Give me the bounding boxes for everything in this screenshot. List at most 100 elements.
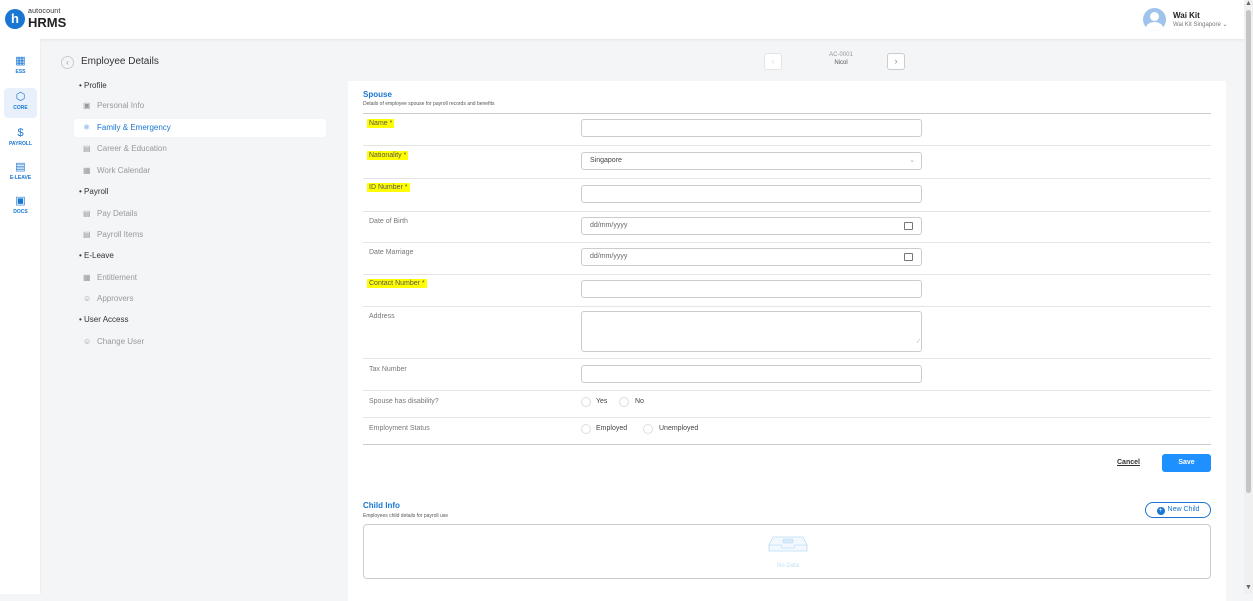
divider <box>363 242 1211 243</box>
scroll-down-icon[interactable]: ▼ <box>1245 584 1252 591</box>
page-scrollbar[interactable]: ▲ ▼ <box>1244 0 1253 594</box>
child-table-empty: No Data <box>363 524 1211 579</box>
calendar-icon: ▤ <box>15 161 26 173</box>
divider <box>363 417 1211 418</box>
nav-item-family[interactable]: ⚛ Family & Emergency <box>74 119 326 137</box>
rail-label: CORE <box>13 105 28 111</box>
rail-label: E-LEAVE <box>9 175 32 181</box>
nav-item-change-user[interactable]: ☺ Change User <box>74 333 326 351</box>
tax-number-label: Tax Number <box>369 366 407 373</box>
empty-tray-icon <box>768 536 808 552</box>
disability-no-radio[interactable] <box>619 397 629 407</box>
rail-item-eleave[interactable]: ▤ E-LEAVE <box>4 158 37 188</box>
module-rail: ▦ ESS ⬡ CORE $ PAYROLL ▤ E-LEAVE ▣ DOCS <box>0 39 41 594</box>
disability-no-label[interactable]: No <box>635 398 644 405</box>
nav-item-career[interactable]: ▤ Career & Education <box>74 140 326 158</box>
nav-item-payroll-items[interactable]: ▤ Payroll Items <box>74 226 326 244</box>
employee-code: AC-0001 <box>829 52 853 58</box>
scroll-thumb[interactable] <box>1246 10 1251 493</box>
avatar[interactable] <box>1143 8 1166 31</box>
contact-number-input[interactable] <box>581 280 922 298</box>
nav-item-entitlement[interactable]: ▦ Entitlement <box>74 269 326 287</box>
divider <box>363 444 1211 445</box>
chevron-down-icon: ⌄ <box>909 157 915 164</box>
docs-icon: ▣ <box>15 195 26 207</box>
id-number-input[interactable] <box>581 185 922 203</box>
employed-label[interactable]: Employed <box>596 425 627 432</box>
child-info-title: Child Info <box>363 501 400 510</box>
users-icon: ☺ <box>83 294 92 303</box>
divider <box>363 145 1211 146</box>
top-bar: h autocount HRMS Wai Kit Wai Kit Singapo… <box>0 0 1244 39</box>
id-number-label: ID Number * <box>367 183 410 192</box>
divider <box>363 211 1211 212</box>
core-icon: ⬡ <box>15 91 26 103</box>
calendar-icon[interactable] <box>904 222 913 230</box>
unemployed-label[interactable]: Unemployed <box>659 425 698 432</box>
payroll-icon: $ <box>17 127 24 139</box>
briefcase-icon: ▤ <box>83 144 91 153</box>
rail-label: DOCS <box>13 209 28 215</box>
resize-grip-icon[interactable]: ∕ <box>918 334 919 350</box>
dob-input[interactable]: dd/mm/yyyy <box>581 217 922 235</box>
page-title: Employee Details <box>81 56 159 67</box>
new-child-button[interactable]: + New Child <box>1145 502 1211 518</box>
prev-employee-button[interactable]: ‹ <box>764 53 782 70</box>
nav-item-pay-details[interactable]: ▤ Pay Details <box>74 205 326 223</box>
marriage-date-input[interactable]: dd/mm/yyyy <box>581 248 922 266</box>
spouse-title: Spouse <box>363 90 392 99</box>
back-button[interactable]: ‹ <box>61 56 74 69</box>
calendar-icon: ▦ <box>83 166 91 175</box>
disability-yes-radio[interactable] <box>581 397 591 407</box>
divider <box>363 178 1211 179</box>
logo-icon[interactable]: h <box>5 9 25 29</box>
nav-item-approvers[interactable]: ☺ Approvers <box>74 290 326 308</box>
rail-item-docs[interactable]: ▣ DOCS <box>4 192 37 222</box>
employee-name: Nicol <box>834 60 848 66</box>
address-textarea[interactable]: ∕ <box>581 311 922 352</box>
nationality-label: Nationality * <box>367 151 409 160</box>
nav-section-eleave: • E-Leave <box>79 251 114 260</box>
name-label: Name * <box>367 119 395 128</box>
logo-text[interactable]: HRMS <box>28 15 66 30</box>
user-org-dropdown[interactable]: Wai Kit Singapore ⌄ <box>1173 21 1228 28</box>
users-icon: ☺ <box>83 337 92 346</box>
unemployed-radio[interactable] <box>643 424 653 434</box>
employment-status-label: Employment Status <box>369 425 430 432</box>
calendar-icon[interactable] <box>904 253 913 261</box>
nav-section-user-access: • User Access <box>79 315 129 324</box>
nav-item-work-calendar[interactable]: ▦ Work Calendar <box>74 162 326 180</box>
nationality-select[interactable]: Singapore ⌄ <box>581 152 922 170</box>
rail-item-ess[interactable]: ▦ ESS <box>4 52 37 82</box>
address-label: Address <box>369 313 395 320</box>
rail-item-payroll[interactable]: $ PAYROLL <box>4 124 37 154</box>
spouse-card: Spouse Details of employee spouse for pa… <box>348 81 1226 601</box>
next-employee-button[interactable]: › <box>887 53 905 70</box>
save-button[interactable]: Save <box>1162 454 1211 472</box>
employed-radio[interactable] <box>581 424 591 434</box>
cancel-button[interactable]: Cancel <box>1117 459 1140 466</box>
disability-label: Spouse has disability? <box>369 398 439 405</box>
rail-item-core[interactable]: ⬡ CORE <box>4 88 37 118</box>
ess-icon: ▦ <box>15 55 26 67</box>
marriage-date-label: Date Marriage <box>369 249 414 256</box>
main-panel: ‹ Employee Details ‹ AC-0001 Nicol › • P… <box>41 39 1244 601</box>
dob-label: Date of Birth <box>369 218 408 225</box>
nav-item-personal-info[interactable]: ▣ Personal Info <box>74 97 326 115</box>
spouse-description: Details of employee spouse for payroll r… <box>363 101 495 107</box>
rail-label: ESS <box>15 69 26 75</box>
user-name[interactable]: Wai Kit <box>1173 11 1200 20</box>
disability-yes-label[interactable]: Yes <box>596 398 607 405</box>
list-icon: ▤ <box>83 230 91 239</box>
tax-number-input[interactable] <box>581 365 922 383</box>
child-info-description: Employees child details for payroll use <box>363 513 449 519</box>
nav-section-payroll: • Payroll <box>79 187 109 196</box>
scroll-up-icon[interactable]: ▲ <box>1245 0 1252 7</box>
logo-subtext: autocount <box>28 8 61 15</box>
nav-section-profile: • Profile <box>79 81 107 90</box>
calendar-icon: ▦ <box>83 273 91 282</box>
divider <box>363 306 1211 307</box>
family-icon: ⚛ <box>83 123 91 132</box>
name-input[interactable] <box>581 119 922 137</box>
plus-icon: + <box>1156 507 1165 515</box>
